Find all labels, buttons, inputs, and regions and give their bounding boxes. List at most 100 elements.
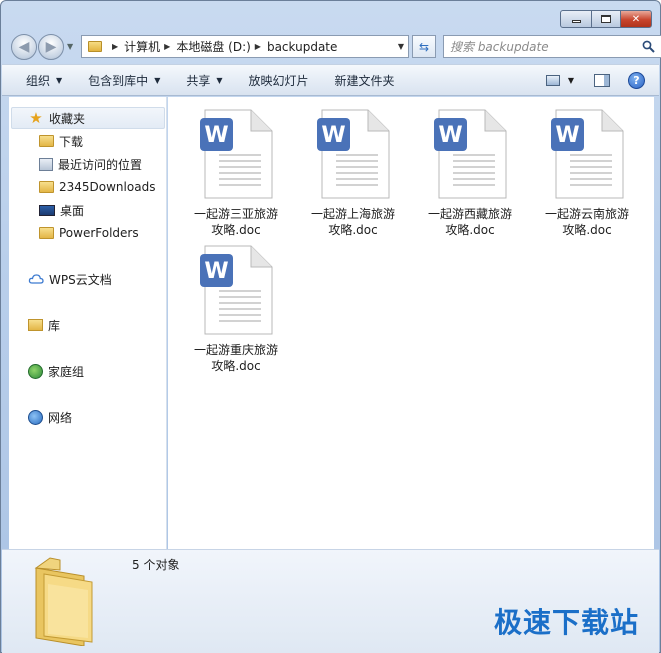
slideshow-button[interactable]: 放映幻灯片 — [236, 72, 322, 89]
breadcrumb-computer[interactable]: 计算机 — [124, 38, 160, 55]
file-item[interactable]: W 一起游云南旅游 攻略.doc — [532, 109, 642, 238]
chevron-right-icon[interactable]: ▶ — [255, 42, 261, 51]
maximize-button[interactable] — [591, 10, 621, 28]
minimize-button[interactable] — [560, 10, 592, 28]
wps-letter: W — [555, 123, 579, 148]
wps-letter: W — [204, 123, 228, 148]
file-name: 一起游云南旅游 攻略.doc — [532, 206, 642, 238]
wps-doc-icon: W — [551, 109, 624, 199]
preview-pane-icon[interactable] — [594, 73, 610, 87]
refresh-button[interactable]: ⇆ — [412, 35, 436, 58]
file-name: 一起游上海旅游 攻略.doc — [298, 206, 408, 238]
sidebar-item-label: 2345Downloads — [59, 180, 156, 194]
search-box[interactable] — [443, 35, 661, 58]
back-button[interactable]: ◀ — [11, 34, 37, 60]
sidebar-item-downloads[interactable]: 下载 — [9, 130, 165, 152]
breadcrumb-drive-d[interactable]: 本地磁盘 (D:) — [176, 38, 250, 55]
change-view-icon[interactable] — [545, 74, 560, 86]
chevron-down-icon: ▼ — [154, 75, 161, 85]
desktop-icon — [39, 204, 55, 216]
caption-buttons: ✕ — [560, 10, 652, 28]
wps-letter: W — [204, 259, 228, 284]
file-name-line: 一起游三亚旅游 — [193, 207, 278, 221]
sidebar-item-recent-places[interactable]: 最近访问的位置 — [9, 153, 165, 175]
chevron-down-icon: ▼ — [216, 75, 223, 85]
folder-icon — [88, 41, 102, 52]
file-name-line: 一起游云南旅游 — [544, 207, 629, 221]
address-bar[interactable]: ▶ 计算机 ▶ 本地磁盘 (D:) ▶ backupdate ▼ — [81, 35, 409, 58]
sidebar-item-label: 收藏夹 — [49, 111, 86, 126]
share-button[interactable]: 共享 ▼ — [173, 72, 235, 89]
forward-arrow-icon: ▶ — [45, 39, 57, 55]
view-controls: ▼ ? — [545, 65, 659, 95]
file-name-line: 攻略.doc — [328, 223, 378, 237]
file-name: 一起游重庆旅游 攻略.doc — [181, 342, 291, 374]
share-label: 共享 — [186, 73, 211, 88]
wps-letter: W — [438, 123, 462, 148]
explorer-window: ✕ ◀ ▶ ▼ ▶ 计算机 ▶ 本地磁盘 (D:) ▶ backupdate ▼… — [0, 0, 661, 653]
item-count: 5 个对象 — [132, 558, 180, 572]
sidebar-item-favorites[interactable]: ★ 收藏夹 — [11, 107, 165, 129]
sidebar-item-label: 库 — [48, 318, 61, 333]
minimize-icon — [571, 20, 581, 23]
recent-pages-dropdown-icon[interactable]: ▼ — [67, 42, 73, 51]
large-folder-icon — [34, 557, 93, 646]
sidebar-item-wps-cloud[interactable]: WPS云文档 — [9, 268, 165, 290]
new-folder-label: 新建文件夹 — [334, 73, 395, 88]
view-options-dropdown-icon[interactable]: ▼ — [568, 76, 574, 85]
library-icon — [28, 319, 43, 331]
sidebar-item-powerfolders[interactable]: PowerFolders — [9, 222, 165, 244]
sidebar-item-label: WPS云文档 — [49, 272, 112, 287]
file-item[interactable]: W 一起游重庆旅游 攻略.doc — [181, 245, 291, 374]
sidebar-item-network[interactable]: 网络 — [9, 406, 165, 428]
sidebar-item-label: 家庭组 — [48, 364, 85, 379]
folder-icon — [39, 227, 54, 239]
organize-label: 组织 — [26, 73, 51, 88]
file-name-line: 一起游上海旅游 — [310, 207, 395, 221]
forward-button[interactable]: ▶ — [38, 34, 64, 60]
sidebar-item-2345downloads[interactable]: 2345Downloads — [9, 176, 165, 198]
file-name-line: 攻略.doc — [211, 359, 261, 373]
sidebar-item-desktop[interactable]: 桌面 — [9, 199, 165, 221]
folder-icon — [39, 181, 54, 193]
chevron-right-icon[interactable]: ▶ — [112, 42, 118, 51]
address-dropdown-icon[interactable]: ▼ — [398, 42, 404, 51]
watermark-logo: 极速下载站 — [493, 606, 639, 639]
homegroup-icon — [28, 363, 43, 379]
file-name-line: 攻略.doc — [562, 223, 612, 237]
new-folder-button[interactable]: 新建文件夹 — [322, 72, 408, 89]
close-button[interactable]: ✕ — [620, 10, 652, 28]
download-folder-icon — [39, 135, 54, 147]
sidebar-item-label: 网络 — [48, 410, 73, 425]
include-in-library-button[interactable]: 包含到库中 ▼ — [75, 72, 173, 89]
wps-doc-icon: W — [200, 109, 273, 199]
file-name-line: 攻略.doc — [445, 223, 495, 237]
file-item[interactable]: W 一起游三亚旅游 攻略.doc — [181, 109, 291, 238]
navigation-pane: ★ 收藏夹 下载 最近访问的位置 2345Downloads 桌面 PowerF… — [9, 97, 167, 549]
search-icon[interactable] — [642, 40, 655, 53]
organize-button[interactable]: 组织 ▼ — [2, 72, 75, 89]
chevron-down-icon: ▼ — [56, 75, 63, 85]
network-icon — [28, 409, 43, 425]
recent-places-icon — [39, 157, 53, 171]
cloud-icon — [28, 274, 44, 284]
back-arrow-icon: ◀ — [18, 39, 30, 55]
file-item[interactable]: W 一起游西藏旅游 攻略.doc — [415, 109, 525, 238]
sidebar-item-homegroup[interactable]: 家庭组 — [9, 360, 165, 382]
chevron-right-icon[interactable]: ▶ — [164, 42, 170, 51]
refresh-icon: ⇆ — [418, 39, 430, 54]
sidebar-item-label: 下载 — [59, 134, 84, 149]
sidebar-item-label: 最近访问的位置 — [58, 157, 143, 172]
wps-doc-icon: W — [200, 245, 273, 335]
file-name: 一起游三亚旅游 攻略.doc — [181, 206, 291, 238]
slideshow-label: 放映幻灯片 — [248, 73, 309, 88]
breadcrumb-backupdate[interactable]: backupdate — [267, 40, 337, 54]
file-name-line: 一起游西藏旅游 — [427, 207, 512, 221]
search-input[interactable] — [450, 39, 630, 55]
wps-doc-icon: W — [317, 109, 390, 199]
file-list-pane: W 一起游三亚旅游 攻略.doc W 一起游上海旅游 攻略.doc W 一起游西… — [168, 97, 654, 549]
file-name-line: 一起游重庆旅游 — [193, 343, 278, 357]
help-icon[interactable]: ? — [628, 71, 645, 89]
file-item[interactable]: W 一起游上海旅游 攻略.doc — [298, 109, 408, 238]
sidebar-item-libraries[interactable]: 库 — [9, 314, 165, 336]
